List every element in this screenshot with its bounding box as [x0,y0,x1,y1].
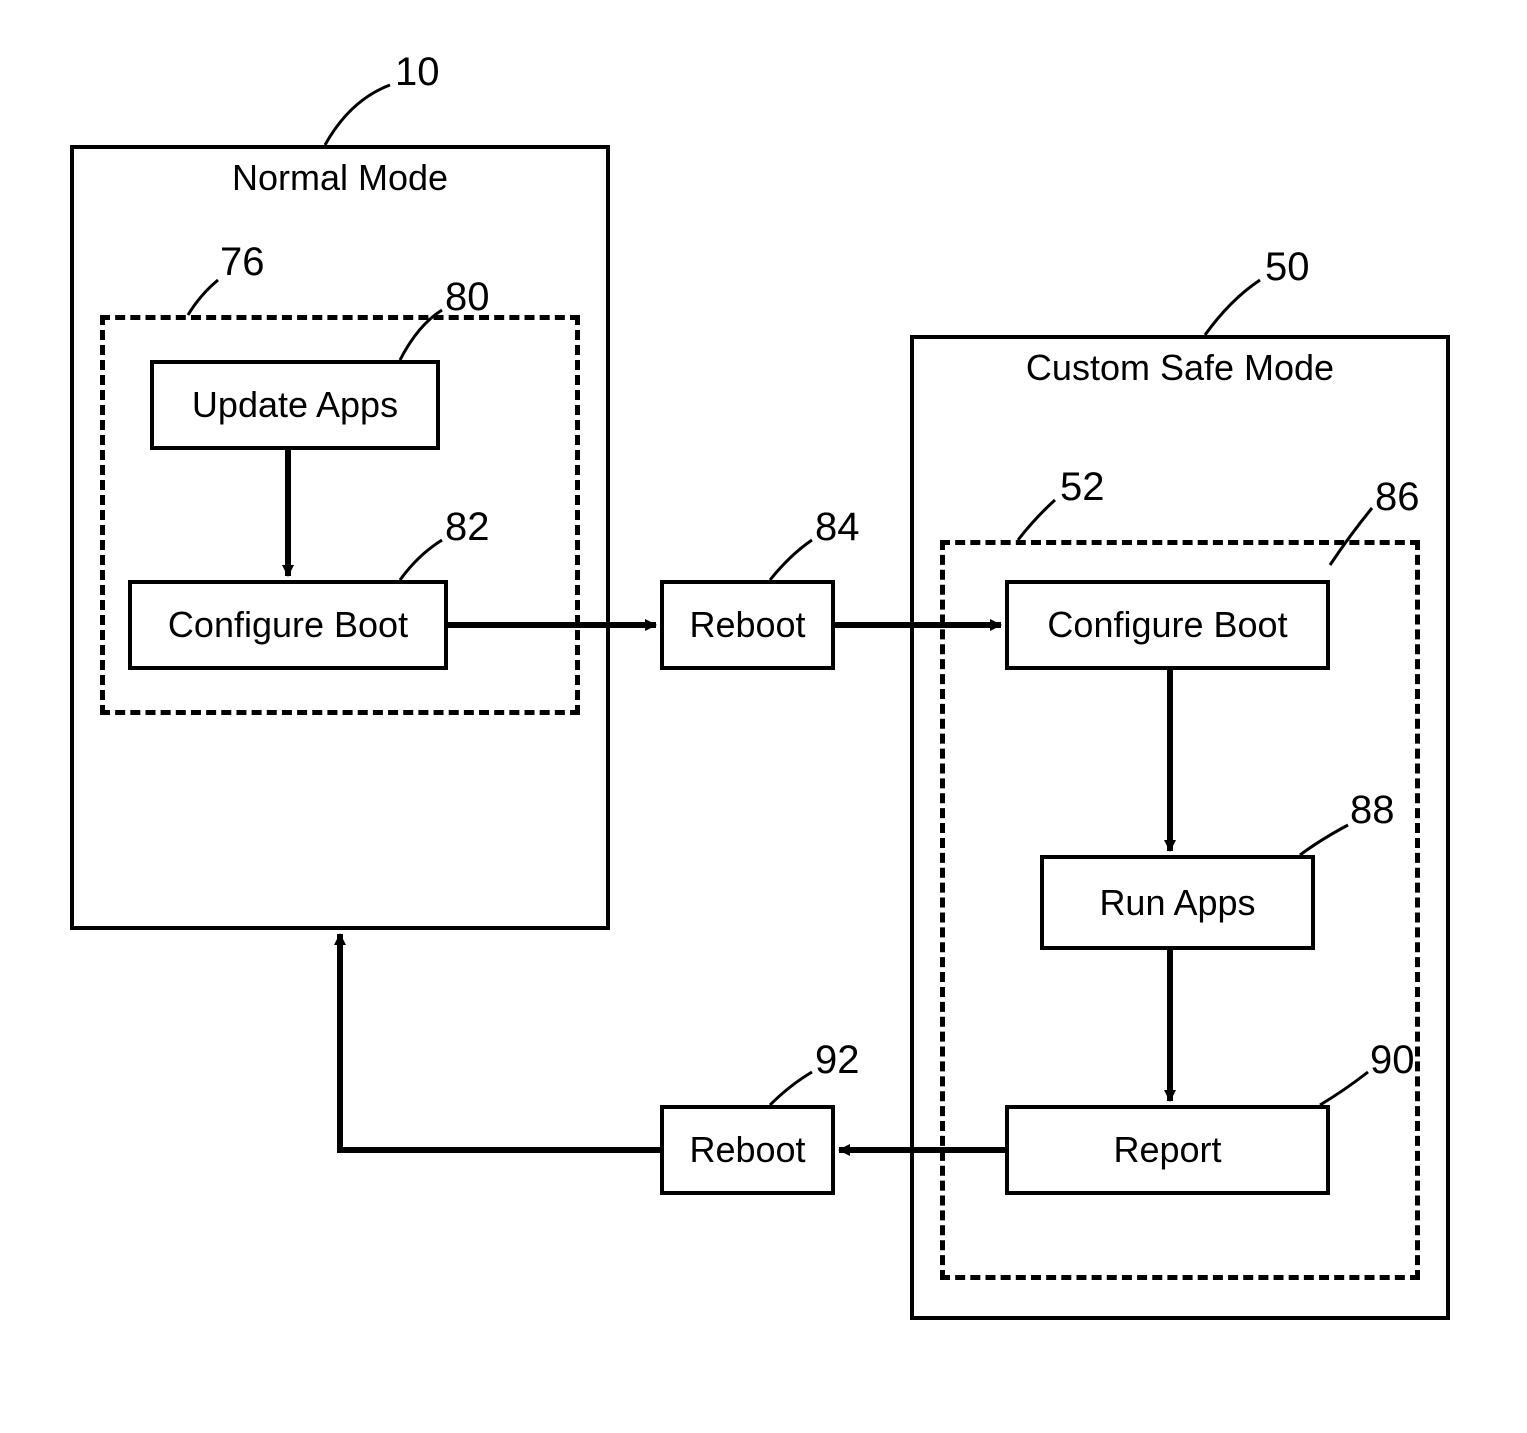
ref-50: 50 [1265,245,1310,290]
configure-boot-safe-block: Configure Boot [1005,580,1330,670]
normal-mode-title: Normal Mode [74,157,606,199]
report-block: Report [1005,1105,1330,1195]
reboot-low-block: Reboot [660,1105,835,1195]
reboot-mid-label: Reboot [689,604,805,646]
ref-84: 84 [815,505,860,550]
ref-88: 88 [1350,788,1395,833]
ref-76: 76 [220,240,265,285]
ref-86: 86 [1375,475,1420,520]
ref-90: 90 [1370,1038,1415,1083]
ref-92: 92 [815,1038,860,1083]
configure-boot-safe-label: Configure Boot [1047,604,1287,646]
run-apps-label: Run Apps [1099,882,1255,924]
diagram-root: Normal Mode Update Apps Configure Boot R… [0,0,1527,1433]
report-label: Report [1113,1129,1221,1171]
ref-10: 10 [395,50,440,95]
safe-mode-title: Custom Safe Mode [914,347,1446,389]
configure-boot-normal-block: Configure Boot [128,580,448,670]
reboot-low-label: Reboot [689,1129,805,1171]
ref-82: 82 [445,505,490,550]
update-apps-block: Update Apps [150,360,440,450]
configure-boot-normal-label: Configure Boot [168,604,408,646]
run-apps-block: Run Apps [1040,855,1315,950]
reboot-mid-block: Reboot [660,580,835,670]
ref-80: 80 [445,275,490,320]
ref-52: 52 [1060,465,1105,510]
update-apps-label: Update Apps [192,384,398,426]
